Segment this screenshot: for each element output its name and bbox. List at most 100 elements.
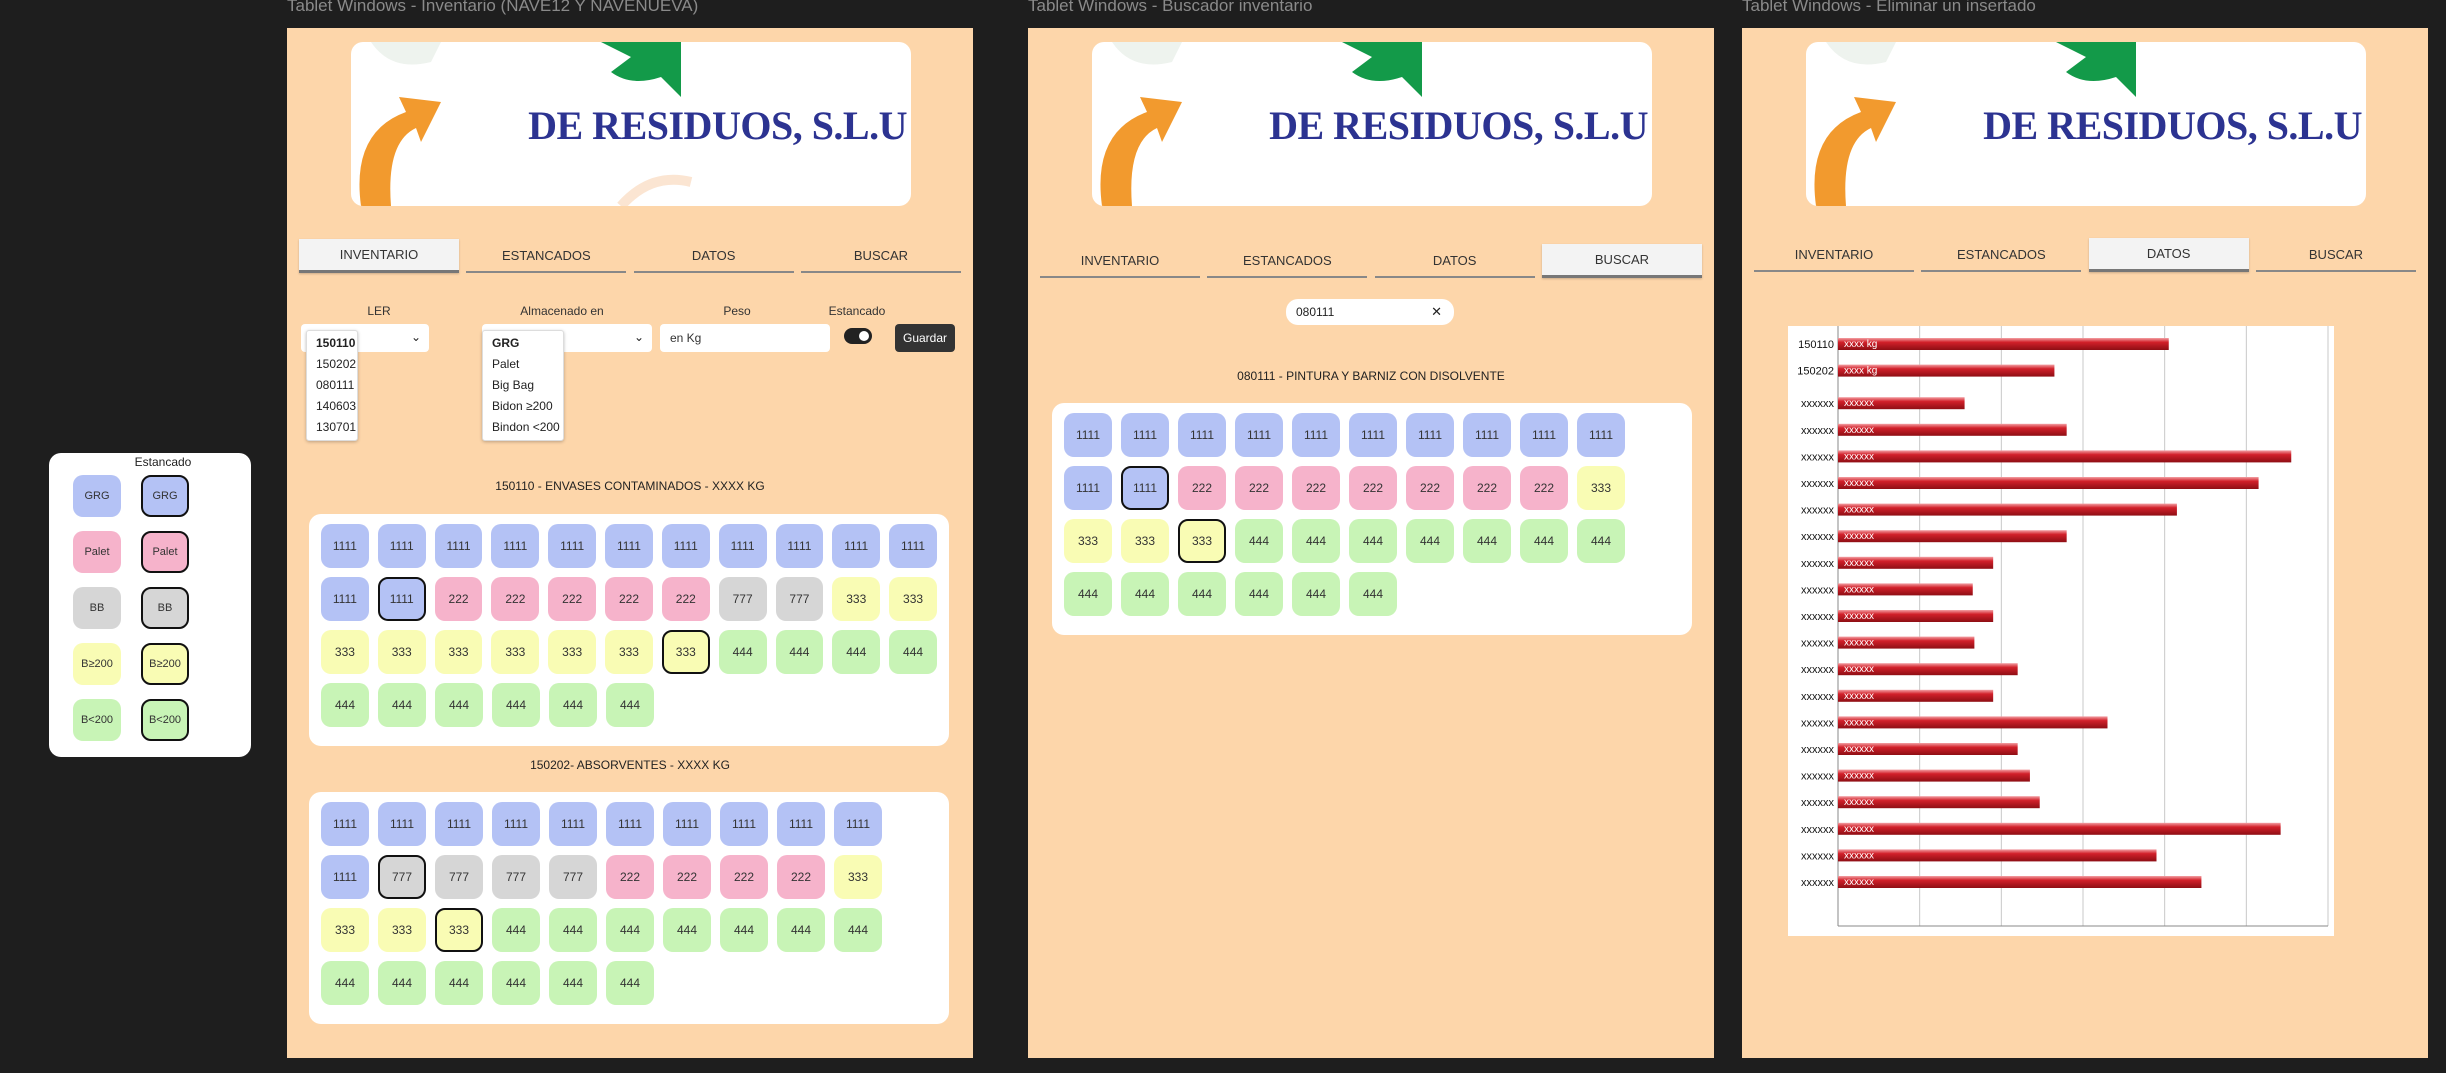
estancado-toggle[interactable]: [844, 328, 872, 344]
container-cell[interactable]: 222: [605, 577, 653, 621]
container-cell[interactable]: 444: [321, 683, 369, 727]
container-cell[interactable]: 333: [435, 908, 483, 952]
container-cell[interactable]: 444: [549, 908, 597, 952]
container-cell[interactable]: 222: [1520, 466, 1568, 510]
container-cell[interactable]: 444: [718, 630, 767, 674]
search-input[interactable]: 080111 ✕: [1286, 299, 1454, 325]
container-cell[interactable]: 222: [1463, 466, 1511, 510]
container-cell[interactable]: 1111: [1577, 413, 1625, 457]
container-cell[interactable]: 444: [492, 683, 540, 727]
container-cell[interactable]: 444: [1577, 519, 1625, 563]
dropdown-option[interactable]: Bindon <200: [483, 417, 563, 438]
container-cell[interactable]: 1111: [321, 802, 369, 846]
container-cell[interactable]: 333: [491, 630, 540, 674]
container-cell[interactable]: 777: [435, 855, 483, 899]
container-cell[interactable]: 777: [549, 855, 597, 899]
container-cell[interactable]: 444: [1349, 572, 1397, 616]
container-cell[interactable]: 1111: [834, 802, 882, 846]
container-cell[interactable]: 333: [1577, 466, 1625, 510]
dropdown-option[interactable]: 130701: [307, 417, 357, 438]
tab-estancados[interactable]: ESTANCADOS: [466, 239, 627, 273]
container-cell[interactable]: 333: [1121, 519, 1169, 563]
container-cell[interactable]: 444: [1292, 519, 1340, 563]
container-cell[interactable]: 333: [377, 630, 426, 674]
container-cell[interactable]: 333: [832, 577, 881, 621]
container-cell[interactable]: 1111: [321, 577, 369, 621]
container-cell[interactable]: 444: [834, 908, 882, 952]
dropdown-option[interactable]: 080111: [307, 375, 357, 396]
bar[interactable]: [1838, 477, 2259, 489]
container-cell[interactable]: 1111: [1520, 413, 1568, 457]
container-cell[interactable]: 222: [663, 855, 711, 899]
tab-datos[interactable]: DATOS: [633, 239, 794, 273]
bar[interactable]: [1838, 849, 2157, 862]
container-cell[interactable]: 444: [492, 961, 540, 1005]
container-cell[interactable]: 222: [491, 577, 540, 621]
container-cell[interactable]: 333: [605, 630, 653, 674]
container-cell[interactable]: 444: [435, 683, 483, 727]
container-cell[interactable]: 222: [1235, 466, 1283, 510]
container-cell[interactable]: 444: [549, 683, 597, 727]
container-cell[interactable]: 1111: [1292, 413, 1340, 457]
container-cell[interactable]: 222: [1178, 466, 1226, 510]
tab-inventario[interactable]: INVENTARIO: [299, 239, 459, 273]
container-cell[interactable]: 1111: [377, 577, 426, 621]
tab-buscar[interactable]: BUSCAR: [1541, 244, 1702, 278]
container-cell[interactable]: 222: [434, 577, 483, 621]
container-cell[interactable]: 1111: [377, 524, 426, 568]
tab-datos[interactable]: DATOS: [1374, 244, 1535, 278]
container-cell[interactable]: 222: [1292, 466, 1340, 510]
container-cell[interactable]: 444: [1178, 572, 1226, 616]
dropdown-option[interactable]: GRG: [483, 333, 563, 354]
container-cell[interactable]: 333: [889, 577, 937, 621]
container-cell[interactable]: 333: [661, 630, 710, 674]
container-cell[interactable]: 1111: [549, 802, 597, 846]
tab-datos[interactable]: DATOS: [2088, 238, 2249, 272]
container-cell[interactable]: 1111: [606, 802, 654, 846]
container-cell[interactable]: 333: [321, 630, 369, 674]
container-cell[interactable]: 222: [1349, 466, 1397, 510]
container-cell[interactable]: 444: [606, 908, 654, 952]
tab-buscar[interactable]: BUSCAR: [800, 239, 961, 273]
container-cell[interactable]: 333: [834, 855, 882, 899]
container-cell[interactable]: 1111: [492, 802, 540, 846]
container-cell[interactable]: 1111: [718, 524, 767, 568]
container-cell[interactable]: 1111: [1064, 413, 1112, 457]
container-cell[interactable]: 222: [661, 577, 710, 621]
container-cell[interactable]: 222: [720, 855, 768, 899]
dropdown-option[interactable]: 150202: [307, 354, 357, 375]
container-cell[interactable]: 777: [492, 855, 540, 899]
container-cell[interactable]: 444: [549, 961, 597, 1005]
bar[interactable]: [1838, 876, 2202, 888]
container-cell[interactable]: 444: [321, 961, 369, 1005]
container-cell[interactable]: 222: [548, 577, 597, 621]
container-cell[interactable]: 444: [1292, 572, 1340, 616]
container-cell[interactable]: 1111: [435, 802, 483, 846]
tab-buscar[interactable]: BUSCAR: [2255, 238, 2416, 272]
container-cell[interactable]: 1111: [663, 802, 711, 846]
container-cell[interactable]: 1111: [775, 524, 824, 568]
peso-input[interactable]: en Kg: [660, 324, 830, 352]
container-cell[interactable]: 1111: [1349, 413, 1397, 457]
bar[interactable]: [1838, 716, 2108, 729]
container-cell[interactable]: 1111: [1064, 466, 1112, 510]
container-cell[interactable]: 1111: [1121, 413, 1169, 457]
container-cell[interactable]: 444: [832, 630, 881, 674]
container-cell[interactable]: 444: [1121, 572, 1169, 616]
container-cell[interactable]: 444: [889, 630, 937, 674]
container-cell[interactable]: 444: [1463, 519, 1511, 563]
bar[interactable]: [1838, 822, 2281, 835]
container-cell[interactable]: 444: [777, 908, 825, 952]
bar[interactable]: [1838, 450, 2292, 463]
container-cell[interactable]: 444: [1235, 572, 1283, 616]
container-cell[interactable]: 444: [492, 908, 540, 952]
container-cell[interactable]: 444: [1406, 519, 1454, 563]
container-cell[interactable]: 1111: [832, 524, 881, 568]
container-cell[interactable]: 444: [1064, 572, 1112, 616]
container-cell[interactable]: 777: [378, 855, 426, 899]
bar[interactable]: [1838, 503, 2177, 516]
dropdown-option[interactable]: 140603: [307, 396, 357, 417]
dropdown-option[interactable]: Big Bag: [483, 375, 563, 396]
container-cell[interactable]: 444: [606, 683, 654, 727]
tab-inventario[interactable]: INVENTARIO: [1754, 238, 1914, 272]
